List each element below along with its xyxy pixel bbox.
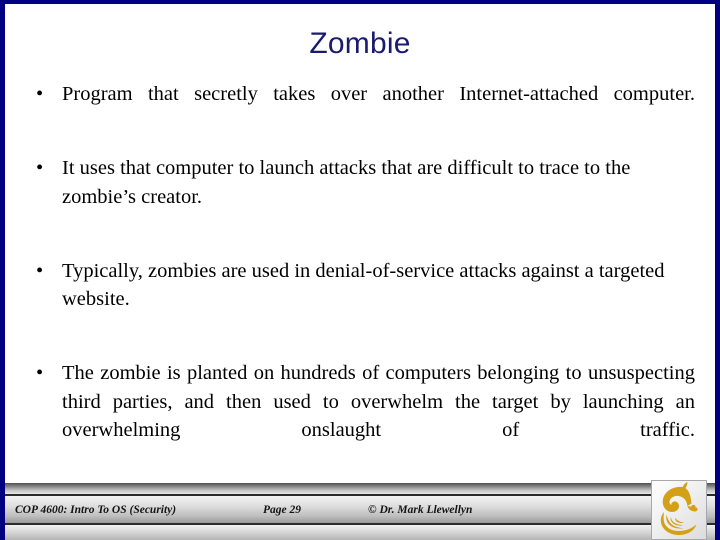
page-title: Zombie — [309, 27, 411, 60]
slide-footer: COP 4600: Intro To OS (Security) Page 29… — [5, 483, 715, 540]
footer-main-band: COP 4600: Intro To OS (Security) Page 29… — [5, 496, 715, 523]
footer-course-label: COP 4600: Intro To OS (Security) — [15, 503, 177, 516]
list-item: • The zombie is planted on hundreds of c… — [27, 359, 695, 473]
bullet-point-icon: • — [36, 157, 44, 179]
list-item: • It uses that computer to launch attack… — [27, 154, 695, 240]
bullet-point-icon: • — [36, 83, 44, 105]
bullet-point-icon: • — [36, 362, 44, 384]
footer-page-number: Page 29 — [263, 503, 302, 516]
list-item-text: It uses that computer to launch attacks … — [62, 157, 631, 208]
bullet-point-icon: • — [36, 259, 44, 282]
footer-top-strip — [5, 483, 715, 494]
ucf-pegasus-logo — [651, 480, 707, 540]
pegasus-icon — [660, 482, 698, 535]
footer-bottom-strip — [5, 525, 715, 540]
list-item: • Program that secretly takes over anoth… — [27, 80, 695, 137]
presentation-slide: Zombie • Program that secretly takes ove… — [0, 0, 720, 540]
list-item-text: The zombie is planted on hundreds of com… — [62, 362, 695, 441]
list-item: • Typically, zombies are used in denial-… — [27, 257, 695, 343]
list-item-text: Typically, zombies are used in denial-of… — [62, 259, 665, 311]
bullet-list: • Program that secretly takes over anoth… — [27, 80, 695, 473]
list-item-text: Program that secretly takes over another… — [62, 83, 695, 105]
footer-copyright: © Dr. Mark Llewellyn — [368, 503, 473, 516]
